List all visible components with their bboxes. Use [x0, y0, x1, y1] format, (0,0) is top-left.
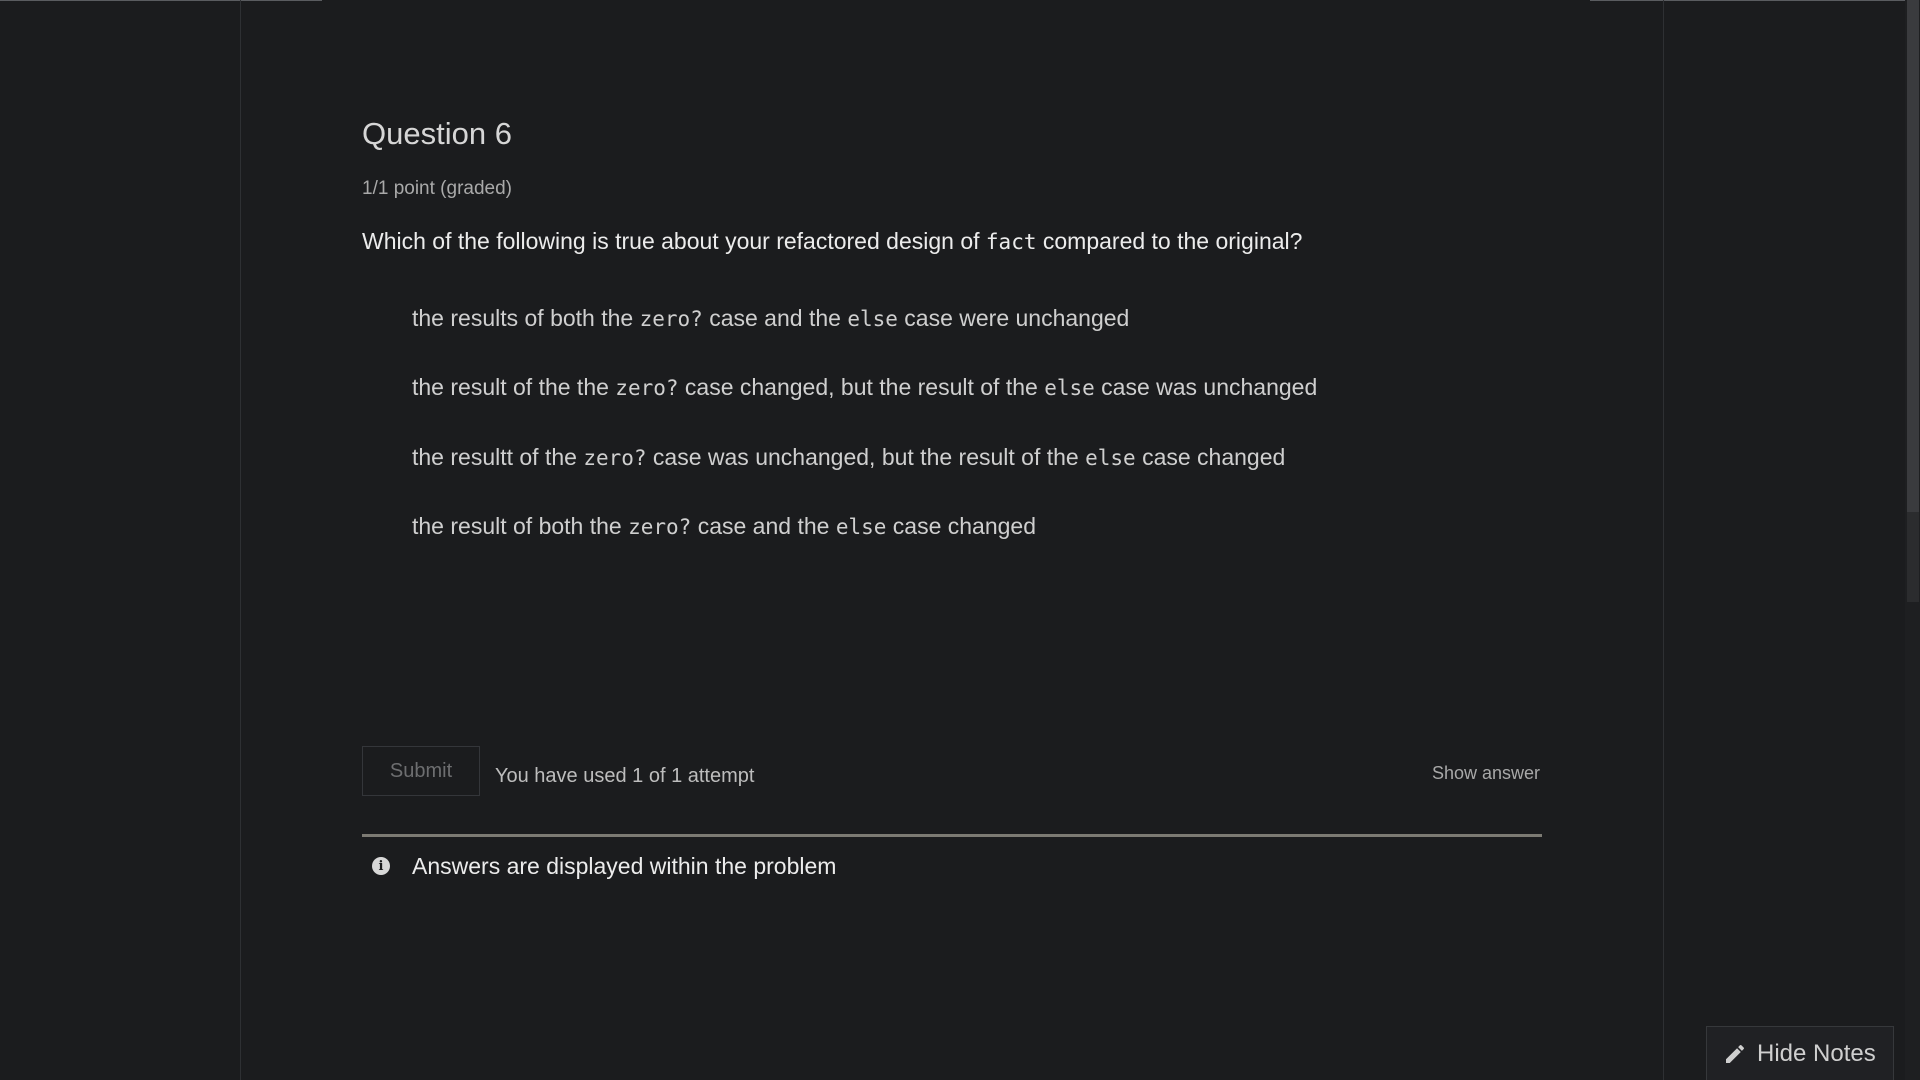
answer-notification: i Answers are displayed within the probl… [372, 850, 836, 882]
prompt-text-after: compared to the original? [1036, 228, 1303, 254]
choice-text: case was unchanged [1094, 374, 1318, 400]
prompt-text-before: Which of the following is true about you… [362, 228, 986, 254]
choice-text: case and the [691, 513, 836, 539]
show-answer-button[interactable]: Show answer [1432, 763, 1540, 784]
question-prompt: Which of the following is true about you… [362, 228, 1302, 255]
choice-code: else [1085, 446, 1136, 470]
scrollbar-thumb[interactable] [1907, 0, 1919, 512]
hide-notes-label: Hide Notes [1757, 1039, 1876, 1067]
choice-text: the resultt of the [412, 444, 584, 470]
choice-text: the result of both the [412, 513, 629, 539]
choice-text: case was unchanged, but the result of th… [646, 444, 1086, 470]
submit-button[interactable]: Submit [362, 746, 480, 796]
prompt-code-fact: fact [985, 230, 1037, 254]
question-points: 1/1 point (graded) [362, 178, 512, 199]
choice-code: zero? [615, 376, 679, 400]
choice-2[interactable]: the result of the the zero? case changed… [412, 374, 1317, 401]
notification-text: Answers are displayed within the problem [412, 852, 837, 879]
choice-4[interactable]: the result of both the zero? case and th… [412, 513, 1036, 540]
choice-text: case were unchanged [897, 305, 1130, 331]
question-title: Question 6 [362, 116, 512, 151]
choice-3[interactable]: the resultt of the zero? case was unchan… [412, 444, 1285, 471]
scrollbar-thumb-lower [1907, 512, 1919, 602]
attempts-status: You have used 1 of 1 attempt [495, 765, 755, 787]
choice-code: zero? [639, 307, 703, 331]
notification-divider [362, 834, 1542, 837]
choice-text: case changed, but the result of the [678, 374, 1045, 400]
choice-text: case and the [702, 305, 848, 331]
choice-text: the result of the the [412, 374, 616, 400]
choice-code: else [847, 307, 898, 331]
choice-code: zero? [628, 515, 692, 539]
info-icon: i [372, 857, 390, 875]
choice-code: else [1044, 376, 1095, 400]
choice-code: zero? [583, 446, 647, 470]
hide-notes-button[interactable]: Hide Notes [1706, 1026, 1894, 1080]
pencil-icon [1726, 1044, 1745, 1063]
choice-1[interactable]: the results of both the zero? case and t… [412, 305, 1129, 332]
choice-text: case changed [1135, 444, 1286, 470]
choice-code: else [835, 515, 887, 539]
choice-text: the results of both the [412, 305, 640, 331]
content-panel [240, 0, 1664, 1080]
choice-text: case changed [886, 513, 1037, 539]
